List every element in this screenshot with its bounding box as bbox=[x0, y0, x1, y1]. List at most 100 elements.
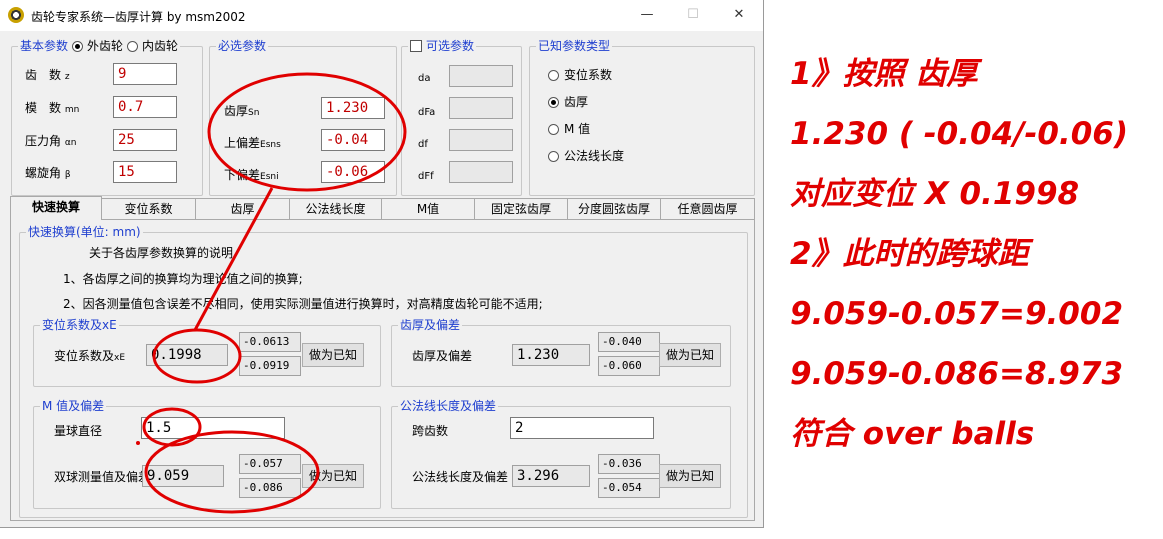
da-input[interactable] bbox=[449, 65, 513, 87]
internal-gear-label: 内齿轮 bbox=[142, 39, 179, 53]
gear-icon bbox=[8, 7, 24, 23]
esni-label: 下偏差Esni bbox=[224, 168, 279, 182]
maximize-button[interactable]: ☐ bbox=[678, 5, 708, 25]
tab-wlen[interactable]: 公法线长度 bbox=[289, 198, 382, 219]
thickness-set-known-button[interactable]: 做为已知 bbox=[659, 343, 721, 367]
df-input[interactable] bbox=[449, 129, 513, 151]
esns-label: 上偏差Esns bbox=[224, 136, 281, 150]
wlen-value[interactable] bbox=[512, 465, 590, 487]
shift-dev-upper: -0.0613 bbox=[239, 332, 301, 352]
tab-chordal-fixed[interactable]: 固定弦齿厚 bbox=[474, 198, 568, 219]
optional-title: 可选参数 bbox=[426, 39, 475, 53]
known-shift-label: 变位系数 bbox=[564, 68, 613, 82]
external-gear-label: 外齿轮 bbox=[87, 39, 124, 53]
close-button[interactable]: ✕ bbox=[724, 5, 754, 25]
wlen-set-known-button[interactable]: 做为已知 bbox=[659, 464, 721, 488]
esni-input[interactable] bbox=[321, 161, 385, 183]
tab-chordal-pitch[interactable]: 分度圆弦齿厚 bbox=[567, 198, 661, 219]
known-mvalue-label: M 值 bbox=[564, 122, 591, 136]
dfa-input[interactable] bbox=[449, 97, 513, 119]
pressure-angle-input[interactable] bbox=[113, 129, 177, 151]
thickness-dev-lower: -0.060 bbox=[598, 356, 660, 376]
teeth-input[interactable] bbox=[113, 63, 177, 85]
module-input[interactable] bbox=[113, 96, 177, 118]
wlen-group: 公法线长度及偏差 跨齿数 公法线长度及偏差 -0.036 -0.054 做为已知 bbox=[391, 399, 731, 509]
note-line-1: 1、各齿厚之间的换算均为理论值之间的换算; bbox=[63, 272, 303, 286]
internal-gear-radio[interactable] bbox=[127, 40, 139, 52]
known-thickness-radio[interactable] bbox=[548, 97, 559, 108]
optional-params-group: 可选参数 da dFa df dFf bbox=[401, 39, 522, 196]
note-line-2: 2、因各测量值包含误差不尽相同，使用实际测量值进行换算时，对高精度齿轮可能不适用… bbox=[63, 297, 543, 311]
dff-label: dFf bbox=[418, 171, 434, 182]
ball-diameter-label: 量球直径 bbox=[54, 424, 103, 438]
quick-tab-panel: 快速换算(单位: mm) 关于各齿厚参数换算的说明 1、各齿厚之间的换算均为理论… bbox=[10, 219, 755, 521]
known-thickness-label: 齿厚 bbox=[564, 95, 589, 109]
tab-thickness[interactable]: 齿厚 bbox=[195, 198, 290, 219]
required-params-title: 必选参数 bbox=[216, 39, 269, 53]
annotation-line-4: 2》此时的跨球距 bbox=[790, 236, 1029, 272]
app-window: 齿轮专家系统—齿厚计算 by msm2002 — ☐ ✕ 基本参数 外齿轮 内齿… bbox=[0, 0, 764, 528]
thickness-label: 齿厚及偏差 bbox=[412, 349, 473, 363]
known-wlen-label: 公法线长度 bbox=[564, 149, 625, 163]
basic-title: 基本参数 bbox=[20, 39, 69, 53]
tab-shift[interactable]: 变位系数 bbox=[101, 198, 196, 219]
span-teeth-label: 跨齿数 bbox=[412, 424, 449, 438]
title-bar: 齿轮专家系统—齿厚计算 by msm2002 — ☐ ✕ bbox=[0, 0, 763, 31]
required-params-group: 必选参数 齿厚Sn 上偏差Esns 下偏差Esni bbox=[209, 39, 397, 196]
mvalue-set-known-button[interactable]: 做为已知 bbox=[302, 464, 364, 488]
mvalue-label: 双球测量值及偏差 bbox=[54, 470, 151, 484]
df-label: df bbox=[418, 139, 428, 150]
pressure-angle-label: 压力角 αn bbox=[25, 134, 77, 148]
mvalue-group-title: M 值及偏差 bbox=[40, 399, 107, 413]
teeth-label: 齿 数 z bbox=[25, 68, 70, 82]
known-shift-radio[interactable] bbox=[548, 70, 559, 81]
helix-angle-input[interactable] bbox=[113, 161, 177, 183]
tab-chordal-any[interactable]: 任意圆齿厚 bbox=[660, 198, 755, 219]
annotation-line-7: 符合 over balls bbox=[790, 416, 1035, 452]
optional-params-checkbox[interactable] bbox=[410, 40, 422, 52]
module-label: 模 数 mn bbox=[25, 101, 80, 115]
basic-params-title: 基本参数 外齿轮 内齿轮 bbox=[18, 39, 181, 53]
shift-group-title: 变位系数及xE bbox=[40, 318, 119, 332]
thickness-group: 齿厚及偏差 齿厚及偏差 -0.040 -0.060 做为已知 bbox=[391, 318, 731, 387]
shift-dev-lower: -0.0919 bbox=[239, 356, 301, 376]
known-mvalue-radio[interactable] bbox=[548, 124, 559, 135]
span-teeth-input[interactable] bbox=[510, 417, 654, 439]
shift-label: 变位系数及xE bbox=[54, 349, 126, 363]
tab-mvalue[interactable]: M值 bbox=[381, 198, 475, 219]
annotation-line-6: 9.059-0.086=8.973 bbox=[790, 356, 1124, 392]
basic-params-group: 基本参数 外齿轮 内齿轮 齿 数 z 模 数 mn 压力角 αn 螺旋角 β bbox=[11, 39, 203, 196]
mvalue-dev-lower: -0.086 bbox=[239, 478, 301, 498]
quick-title: 快速换算(单位: mm) bbox=[26, 225, 143, 239]
dff-input[interactable] bbox=[449, 161, 513, 183]
mvalue-value[interactable] bbox=[142, 465, 224, 487]
ball-diameter-input[interactable] bbox=[141, 417, 285, 439]
shift-group: 变位系数及xE 变位系数及xE -0.0613 -0.0919 做为已知 bbox=[33, 318, 381, 387]
wlen-group-title: 公法线长度及偏差 bbox=[398, 399, 499, 413]
thickness-group-title: 齿厚及偏差 bbox=[398, 318, 463, 332]
helix-angle-label: 螺旋角 β bbox=[25, 166, 71, 180]
shift-value[interactable] bbox=[146, 344, 228, 366]
da-label: da bbox=[418, 73, 431, 84]
thickness-value[interactable] bbox=[512, 344, 590, 366]
quick-group: 快速换算(单位: mm) 关于各齿厚参数换算的说明 1、各齿厚之间的换算均为理论… bbox=[19, 225, 748, 518]
tab-quick[interactable]: 快速换算 bbox=[10, 196, 102, 220]
mvalue-group: M 值及偏差 量球直径 双球测量值及偏差 -0.057 -0.086 做为已知 bbox=[33, 399, 381, 509]
esns-input[interactable] bbox=[321, 129, 385, 151]
known-type-title: 已知参数类型 bbox=[536, 39, 613, 53]
dfa-label: dFa bbox=[418, 107, 436, 118]
optional-params-title: 可选参数 bbox=[408, 39, 477, 53]
external-gear-radio[interactable] bbox=[72, 40, 84, 52]
wlen-label: 公法线长度及偏差 bbox=[412, 470, 509, 484]
wlen-dev-lower: -0.054 bbox=[598, 478, 660, 498]
note-title: 关于各齿厚参数换算的说明 bbox=[89, 246, 234, 260]
thickness-dev-upper: -0.040 bbox=[598, 332, 660, 352]
mvalue-dev-upper: -0.057 bbox=[239, 454, 301, 474]
minimize-button[interactable]: — bbox=[632, 5, 662, 25]
annotation-line-1: 1》按照 齿厚 bbox=[790, 56, 978, 92]
annotation-line-5: 9.059-0.057=9.002 bbox=[790, 296, 1124, 332]
wlen-dev-upper: -0.036 bbox=[598, 454, 660, 474]
known-wlen-radio[interactable] bbox=[548, 151, 559, 162]
shift-set-known-button[interactable]: 做为已知 bbox=[302, 343, 364, 367]
sn-input[interactable] bbox=[321, 97, 385, 119]
